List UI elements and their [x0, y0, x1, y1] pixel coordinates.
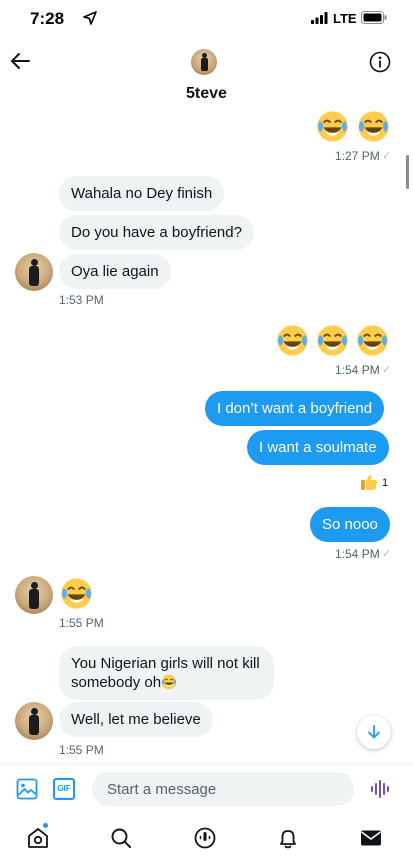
contact-avatar[interactable] [15, 576, 53, 614]
status-bar: 7:28 LTE [0, 0, 413, 40]
voice-icon[interactable] [369, 778, 393, 800]
message-timestamp: 1:27 PM [335, 149, 380, 163]
notification-dot [43, 823, 48, 828]
search-icon[interactable] [109, 826, 133, 850]
message-input[interactable] [92, 772, 354, 806]
message-bubble[interactable]: I want a soulmate [247, 430, 389, 465]
laughing-emoji [60, 577, 93, 610]
message-bubble[interactable]: You Nigerian girls will not kill somebod… [59, 646, 274, 700]
status-time: 7:28 [30, 9, 65, 28]
message-timestamp: 1:53 PM [59, 293, 104, 307]
contact-name[interactable]: 5teve [0, 85, 413, 103]
message-bubble[interactable]: Well, let me believe [59, 702, 213, 737]
laughing-emoji [276, 324, 309, 357]
laughing-emoji [161, 674, 177, 690]
arrow-down-icon [368, 725, 380, 739]
laughing-emoji [357, 110, 390, 143]
scrollbar-thumb[interactable] [406, 155, 409, 189]
message-timestamp: 1:55 PM [59, 743, 104, 757]
sent-check-icon: ✓ [382, 364, 392, 376]
tab-bar [0, 818, 413, 866]
info-icon[interactable] [369, 51, 391, 73]
sent-check-icon: ✓ [382, 150, 392, 162]
composer-divider [0, 763, 413, 764]
contact-avatar[interactable] [15, 702, 53, 740]
home-icon[interactable] [26, 826, 50, 850]
message-bubble[interactable]: Oya lie again [59, 254, 171, 289]
network-type: LTE [333, 11, 357, 26]
gif-icon[interactable]: GIF [53, 778, 75, 800]
laughing-emoji [316, 110, 349, 143]
messages-icon[interactable] [359, 826, 383, 850]
image-icon[interactable] [16, 778, 38, 800]
message-timestamp: 1:55 PM [59, 616, 104, 630]
spaces-icon[interactable] [193, 826, 217, 850]
notifications-icon[interactable] [276, 826, 300, 850]
conversation-header: 5teve [0, 40, 413, 108]
laughing-emoji [316, 324, 349, 357]
message-bubble[interactable]: So nooo [310, 507, 390, 542]
scroll-to-bottom-button[interactable] [357, 715, 391, 749]
message-bubble[interactable]: Do you have a boyfriend? [59, 215, 254, 250]
contact-avatar[interactable] [191, 49, 217, 75]
signal-icon [311, 12, 328, 24]
battery-icon [361, 11, 387, 24]
back-arrow-icon[interactable] [9, 50, 31, 72]
reaction-count: 1 [382, 477, 389, 489]
thumbs-up-reaction-icon[interactable] [360, 473, 378, 491]
message-bubble[interactable]: Wahala no Dey finish [59, 176, 225, 211]
contact-avatar[interactable] [15, 253, 53, 291]
message-timestamp: 1:54 PM [335, 363, 380, 377]
location-arrow-icon [83, 11, 97, 25]
message-timestamp: 1:54 PM [335, 547, 380, 561]
sent-check-icon: ✓ [382, 548, 392, 560]
laughing-emoji [356, 324, 389, 357]
message-bubble[interactable]: I don’t want a boyfriend [205, 391, 385, 426]
